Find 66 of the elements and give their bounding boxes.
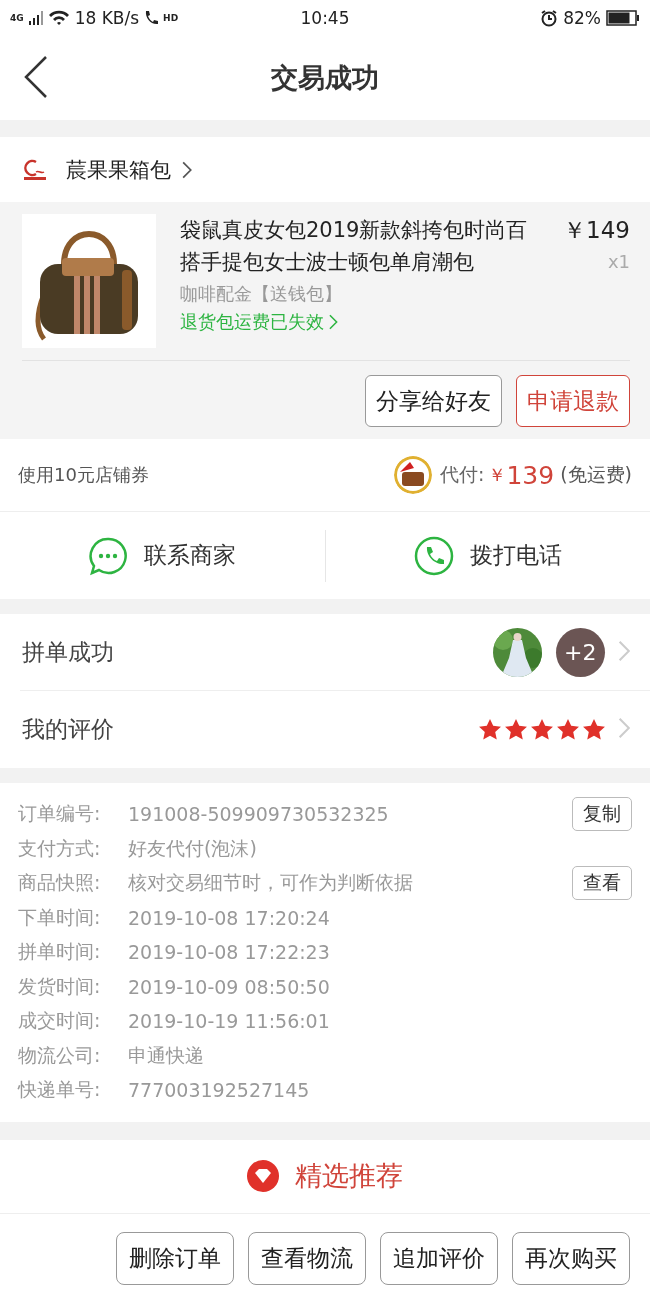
- alarm-icon: [540, 9, 559, 27]
- chat-icon: [88, 535, 129, 576]
- call-button[interactable]: 拨打电话: [325, 512, 650, 599]
- battery-icon: [606, 10, 640, 26]
- order-action-button[interactable]: 追加评价: [380, 1231, 498, 1285]
- star-icon: [478, 719, 501, 740]
- shop-name[interactable]: 莀果果箱包: [66, 155, 192, 184]
- info-label: 下单时间:: [18, 904, 102, 930]
- product-title: 袋鼠真皮女包2019新款斜挎包时尚百搭手提包女士波士顿包单肩潮包: [180, 217, 529, 276]
- my-review-row[interactable]: 我的评价: [0, 691, 650, 768]
- wifi-icon: [47, 10, 70, 26]
- info-label: 支付方式:: [18, 835, 102, 861]
- phone-icon: [144, 10, 159, 26]
- chevron-right-icon: [328, 314, 338, 330]
- info-value: 核对交易细节时，可作为判断依据: [128, 870, 414, 896]
- star-icon: [504, 719, 527, 740]
- phone-icon: [413, 535, 454, 576]
- call-label: HD: [163, 13, 179, 23]
- page-title: 交易成功: [271, 61, 379, 95]
- recommend-heading: 精选推荐: [295, 1159, 403, 1193]
- info-label: 订单编号:: [18, 801, 102, 827]
- star-icon: [530, 719, 553, 740]
- contact-seller-button[interactable]: 联系商家: [0, 512, 325, 599]
- info-label: 发货时间:: [18, 973, 102, 999]
- chevron-right-icon: [181, 160, 192, 179]
- info-label: 拼单时间:: [18, 939, 102, 965]
- network-speed: 18 KB/s: [74, 8, 140, 28]
- order-action-button[interactable]: 再次购买: [512, 1231, 630, 1285]
- battery-percent: 82%: [563, 8, 601, 28]
- clock-time: 10:45: [300, 8, 350, 28]
- info-value: 191008-509909730532325: [128, 803, 390, 826]
- chevron-right-icon: [616, 639, 630, 662]
- refund-button[interactable]: 申请退款: [516, 375, 630, 427]
- chevron-right-icon: [616, 717, 630, 739]
- shipping-note: (免运费): [560, 462, 632, 487]
- product-variant: 咖啡配金【送钱包】: [180, 282, 343, 306]
- product-quantity: x1: [607, 250, 630, 274]
- payment-amount: 139: [506, 460, 555, 490]
- info-label: 成交时间:: [18, 1008, 102, 1034]
- star-icon: [556, 719, 579, 740]
- network-label: 4G: [10, 13, 24, 23]
- coupon-text: 使用10元店铺券: [18, 463, 150, 487]
- info-value: 2019-10-08 17:22:23: [128, 941, 331, 964]
- star-icon: [582, 719, 605, 740]
- product-price: ￥149: [563, 216, 630, 245]
- info-value: 好友代付(泡沫): [128, 835, 258, 861]
- info-label: 物流公司:: [18, 1042, 102, 1068]
- info-action-button[interactable]: 查看: [572, 866, 632, 901]
- group-buy-row[interactable]: 拼单成功 +2: [20, 614, 650, 691]
- order-action-button[interactable]: 查看物流: [248, 1231, 366, 1285]
- back-icon[interactable]: [24, 56, 48, 98]
- info-value: 2019-10-08 17:20:24: [128, 906, 331, 929]
- info-value: 2019-10-19 11:56:01: [128, 1010, 331, 1033]
- info-action-button[interactable]: 复制: [572, 797, 632, 832]
- shop-logo-icon: [22, 158, 48, 181]
- info-value: 申通快递: [128, 1042, 205, 1068]
- info-label: 商品快照:: [18, 870, 102, 896]
- share-button[interactable]: 分享给好友: [365, 375, 502, 427]
- currency-symbol: ￥: [488, 463, 507, 487]
- order-action-button[interactable]: 删除订单: [116, 1231, 234, 1285]
- info-label: 快递单号:: [18, 1077, 102, 1103]
- info-value: 777003192527145: [128, 1079, 311, 1102]
- signal-icon: [28, 11, 43, 25]
- payment-label: 代付:: [440, 462, 485, 487]
- more-members-badge: +2: [555, 627, 605, 677]
- info-value: 2019-10-09 08:50:50: [128, 975, 331, 998]
